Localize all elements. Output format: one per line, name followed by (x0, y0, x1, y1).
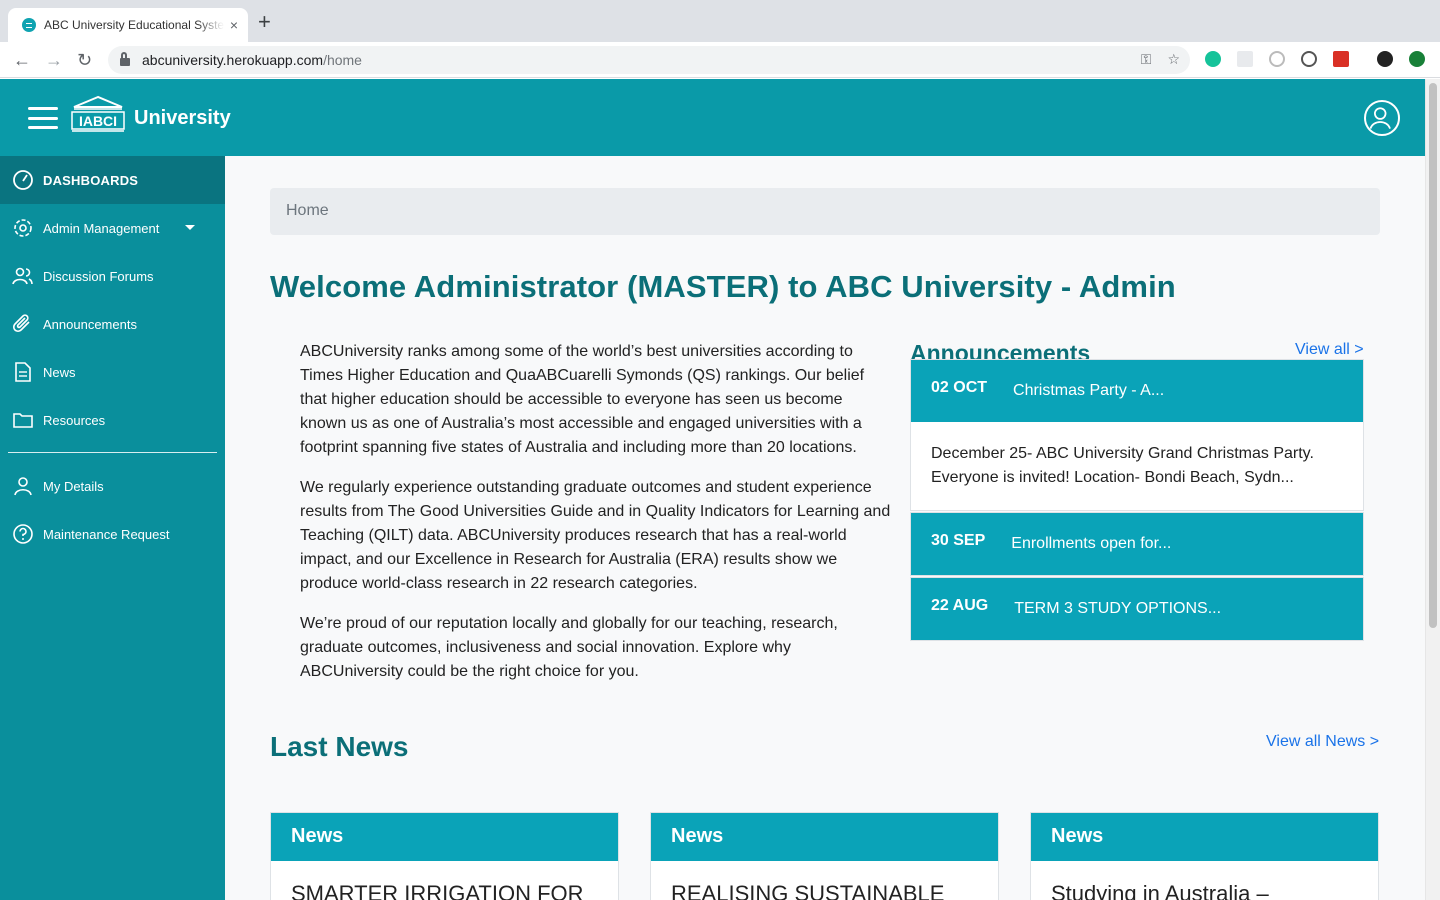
user-icon (14, 477, 32, 496)
sidebar-item-my-details[interactable]: My Details (0, 462, 225, 510)
help-icon (13, 524, 33, 544)
back-icon[interactable]: ← (13, 49, 31, 71)
sidebar-item-dashboards[interactable]: DASHBOARDS (0, 156, 225, 204)
sidebar-item-news[interactable]: News (0, 348, 225, 396)
announcement-card[interactable]: 22 AUG TERM 3 STUDY OPTIONS... (910, 577, 1364, 641)
sidebar: DASHBOARDS Admin Management Discussion F… (0, 156, 225, 900)
sidebar-item-maintenance-request[interactable]: Maintenance Request (0, 510, 225, 558)
sidebar-item-label: Admin Management (43, 220, 160, 236)
url-path: /home (323, 52, 362, 68)
main-content: Home Welcome Administrator (MASTER) to A… (255, 174, 1395, 900)
news-card[interactable]: News REALISING SUSTAINABLE (650, 812, 999, 900)
extension-icon[interactable] (1269, 51, 1285, 67)
url-host: abcuniversity.herokuapp.com (142, 52, 324, 68)
news-card-label: News (651, 813, 998, 861)
announcement-heading: Enrollments open for... (1011, 535, 1172, 552)
intro-text: ABCUniversity ranks among some of the wo… (300, 340, 892, 700)
announcement-body: December 25- ABC University Grand Christ… (931, 445, 1314, 486)
extension-badge-icon[interactable] (1333, 51, 1349, 67)
announcement-heading: TERM 3 STUDY OPTIONS... (1014, 600, 1222, 617)
news-card[interactable]: News SMARTER IRRIGATION FOR (270, 812, 619, 900)
update-icon[interactable] (1409, 51, 1425, 67)
browser-tab[interactable]: ABC University Educational System × (8, 8, 248, 42)
breadcrumb[interactable]: Home (270, 188, 1380, 235)
news-card-title[interactable]: SMARTER IRRIGATION FOR (271, 861, 618, 900)
announcement-date: 22 AUG (931, 597, 989, 614)
announcements-view-all-link[interactable]: View all > (1295, 341, 1364, 359)
announcement-date: 02 OCT (931, 379, 988, 396)
announcement-header[interactable]: 30 SEP Enrollments open for... (911, 513, 1363, 575)
sidebar-item-label: Resources (43, 412, 106, 428)
intro-paragraph: We regularly experience outstanding grad… (300, 479, 891, 592)
announcement-card[interactable]: 30 SEP Enrollments open for... (910, 512, 1364, 576)
chevron-down-icon[interactable] (185, 225, 195, 230)
folder-icon (13, 413, 33, 428)
sidebar-item-label: Discussion Forums (43, 268, 154, 284)
sidebar-item-resources[interactable]: Resources (0, 396, 225, 444)
lock-icon (120, 52, 130, 66)
gauge-icon (13, 170, 33, 190)
users-icon (12, 267, 33, 285)
app-viewport: IABCI University DASHBOARDS Admin Manage… (0, 79, 1425, 900)
bookmark-star-icon[interactable]: ☆ (1167, 51, 1180, 68)
announcement-heading: Christmas Party - A... (1013, 382, 1165, 399)
reload-icon[interactable]: ↻ (77, 49, 92, 71)
url-input[interactable]: abcuniversity.herokuapp.com/home ⚿ ☆ (108, 46, 1190, 74)
announcement-header[interactable]: 02 OCT Christmas Party - A... (911, 360, 1363, 422)
sidebar-item-discussion-forums[interactable]: Discussion Forums (0, 252, 225, 300)
announcement-card[interactable]: 02 OCT Christmas Party - A... December 2… (910, 359, 1364, 511)
page-scrollbar[interactable] (1425, 79, 1440, 900)
key-icon[interactable]: ⚿ (1141, 51, 1152, 68)
sidebar-item-label: News (43, 364, 76, 380)
news-view-all-link[interactable]: View all News > (1266, 733, 1379, 751)
user-profile-icon[interactable] (1364, 100, 1400, 136)
scrollbar-thumb[interactable] (1429, 83, 1437, 628)
paperclip-icon (12, 314, 30, 333)
page-title: Welcome Administrator (MASTER) to ABC Un… (270, 269, 1176, 304)
news-card-title[interactable]: Studying in Australia – (1031, 861, 1378, 900)
new-tab-icon[interactable]: + (258, 11, 271, 33)
sidebar-item-announcements[interactable]: Announcements (0, 300, 225, 348)
browser-tab-bar: ABC University Educational System × + (0, 0, 1440, 42)
site-favicon-icon (22, 18, 36, 32)
document-icon (15, 362, 31, 382)
sidebar-item-admin-management[interactable]: Admin Management (0, 204, 225, 252)
gear-icon (14, 219, 32, 237)
news-card[interactable]: News Studying in Australia – (1030, 812, 1379, 900)
browser-address-bar: ← → ↻ abcuniversity.herokuapp.com/home ⚿… (0, 42, 1440, 78)
hamburger-menu-icon[interactable] (28, 107, 58, 129)
tab-title: ABC University Educational System (44, 18, 224, 32)
intro-paragraph: We’re proud of our reputation locally an… (300, 615, 838, 680)
tab-close-icon[interactable]: × (230, 17, 238, 33)
sidebar-item-label: Announcements (43, 316, 137, 332)
news-card-label: News (1031, 813, 1378, 861)
news-card-title[interactable]: REALISING SUSTAINABLE (651, 861, 998, 900)
extension-icon[interactable] (1301, 51, 1317, 67)
news-card-label: News (271, 813, 618, 861)
sidebar-divider (8, 452, 217, 453)
university-logo-icon[interactable]: IABCI (70, 95, 126, 133)
brand-name: University (134, 107, 231, 129)
top-navbar: IABCI University (0, 79, 1425, 156)
grammarly-extension-icon[interactable] (1205, 51, 1221, 67)
sidebar-item-label: DASHBOARDS (43, 172, 139, 188)
sidebar-item-label: My Details (43, 478, 104, 494)
extension-icon[interactable] (1237, 51, 1253, 67)
sidebar-item-label: Maintenance Request (43, 526, 170, 542)
logo-text: IABCI (79, 113, 117, 129)
intro-paragraph: ABCUniversity ranks among some of the wo… (300, 343, 865, 456)
profile-avatar-icon[interactable] (1377, 51, 1393, 67)
last-news-title: Last News (270, 731, 409, 762)
announcement-date: 30 SEP (931, 532, 986, 549)
forward-icon[interactable]: → (45, 49, 63, 71)
announcement-header[interactable]: 22 AUG TERM 3 STUDY OPTIONS... (911, 578, 1363, 640)
